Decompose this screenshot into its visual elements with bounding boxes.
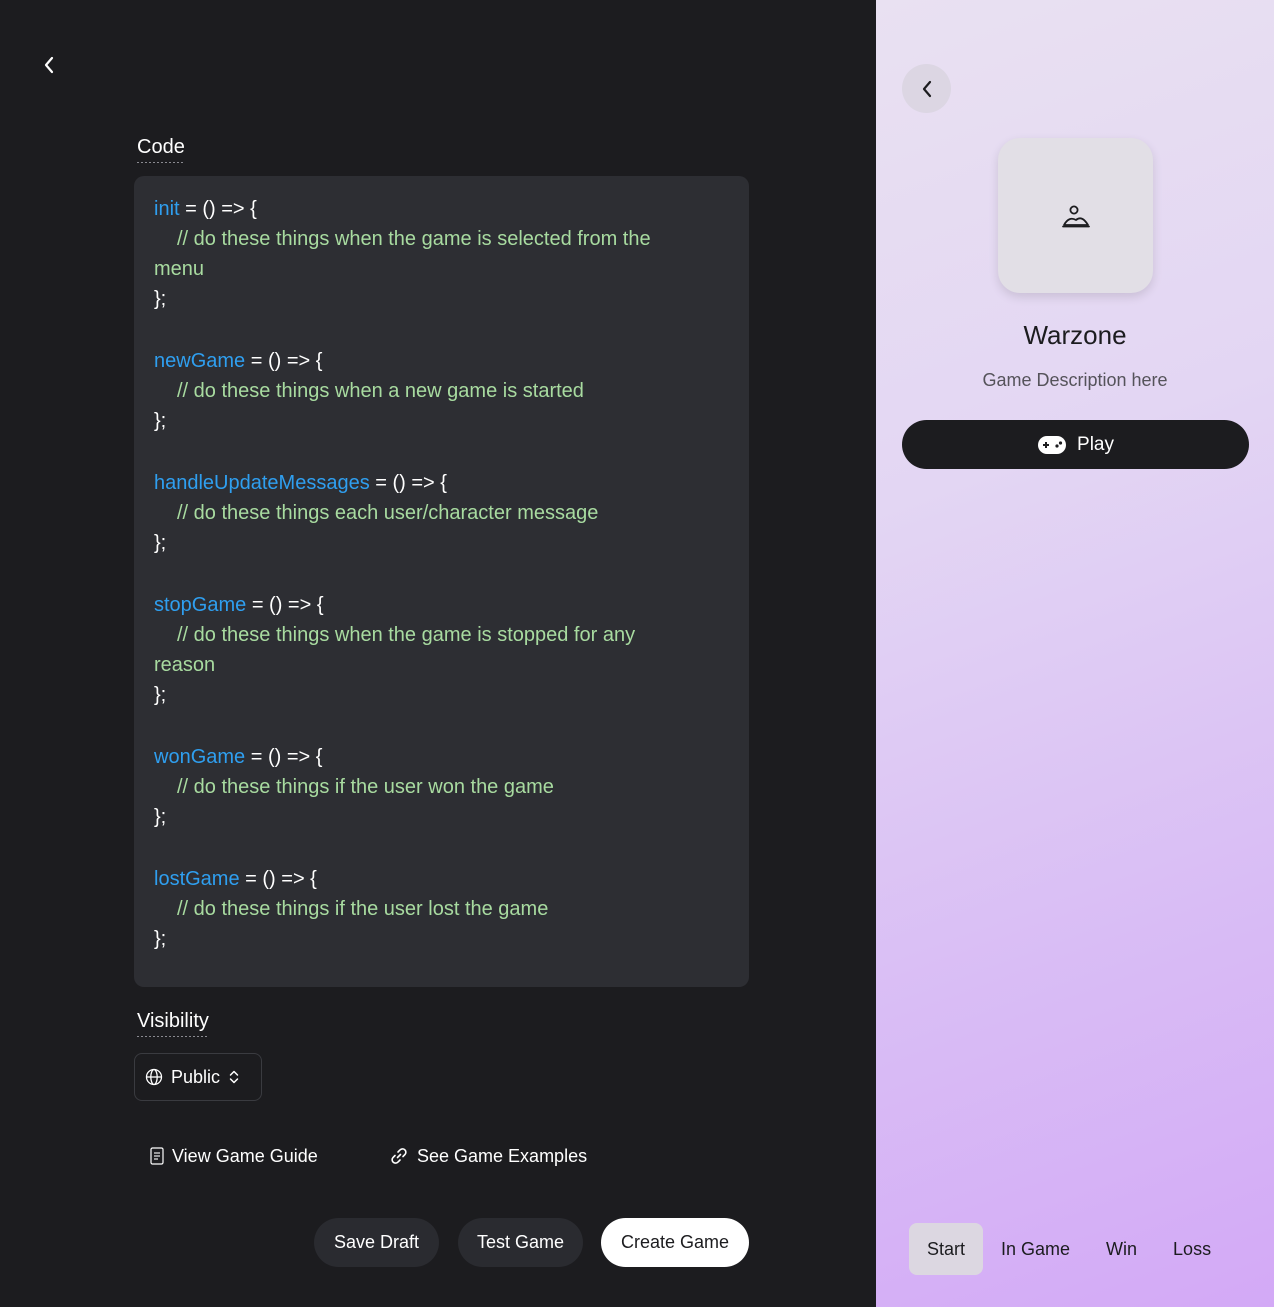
comment-text: // do these things if the user lost the … xyxy=(177,898,549,920)
code-block-stopgame: stopGame = () => { // do these things wh… xyxy=(154,590,709,710)
code-comment: // do these things if the user lost the … xyxy=(154,894,709,924)
code-signature: init = () => { xyxy=(154,194,709,224)
editor-panel: Code init = () => { // do these things w… xyxy=(0,0,876,1307)
function-signature: = () => { xyxy=(245,746,323,768)
code-signature: handleUpdateMessages = () => { xyxy=(154,468,709,498)
chevron-left-icon xyxy=(922,80,931,97)
preview-tabs: Start In Game Win Loss xyxy=(909,1223,1229,1275)
code-block-init: init = () => { // do these things when t… xyxy=(154,194,709,314)
function-signature: = () => { xyxy=(179,198,257,220)
code-label: Code xyxy=(137,136,185,163)
game-description: Game Description here xyxy=(982,370,1168,390)
function-name: handleUpdateMessages xyxy=(154,472,370,494)
chevron-left-icon xyxy=(44,56,54,74)
code-signature: wonGame = () => { xyxy=(154,742,709,772)
code-comment: // do these things when the game is sele… xyxy=(154,224,709,254)
view-game-guide-button[interactable]: View Game Guide xyxy=(150,1140,318,1172)
document-icon xyxy=(150,1147,164,1165)
code-comment-wrap: reason xyxy=(154,654,216,676)
create-game-button[interactable]: Create Game xyxy=(601,1218,749,1267)
comment-text: // do these things when the game is stop… xyxy=(177,624,636,646)
visibility-label: Visibility xyxy=(137,1010,209,1037)
code-signature: lostGame = () => { xyxy=(154,864,709,894)
function-signature: = () => { xyxy=(239,868,317,890)
see-game-examples-button[interactable]: See Game Examples xyxy=(389,1140,587,1172)
code-block-wongame: wonGame = () => { // do these things if … xyxy=(154,742,709,832)
function-signature: = () => { xyxy=(369,472,447,494)
code-comment-wrap: menu xyxy=(154,258,205,280)
gamepad-icon xyxy=(1038,435,1067,454)
code-editor[interactable]: init = () => { // do these things when t… xyxy=(134,176,749,987)
globe-icon xyxy=(145,1068,163,1086)
code-close: }; xyxy=(154,288,167,310)
tab-loss[interactable]: Loss xyxy=(1155,1223,1229,1275)
tab-start[interactable]: Start xyxy=(909,1223,984,1275)
view-game-guide-label: View Game Guide xyxy=(172,1145,318,1166)
game-thumbnail[interactable] xyxy=(998,138,1153,293)
code-comment: // do these things when a new game is st… xyxy=(154,376,709,406)
save-draft-button[interactable]: Save Draft xyxy=(314,1218,439,1267)
code-block-newgame: newGame = () => { // do these things whe… xyxy=(154,346,709,436)
comment-text: // do these things each user/character m… xyxy=(177,502,599,524)
visibility-value: Public xyxy=(171,1066,221,1087)
code-close: }; xyxy=(154,806,167,828)
code-close: }; xyxy=(154,410,167,432)
play-button[interactable]: Play xyxy=(902,420,1249,469)
code-comment: // do these things each user/character m… xyxy=(154,498,709,528)
play-label: Play xyxy=(1077,433,1114,455)
function-signature: = () => { xyxy=(246,594,324,616)
game-title: Warzone xyxy=(1023,320,1127,350)
code-comment: // do these things if the user won the g… xyxy=(154,772,709,802)
code-close: }; xyxy=(154,684,167,706)
function-name: wonGame xyxy=(154,746,246,768)
comment-text: // do these things when a new game is st… xyxy=(177,380,584,402)
comment-text: // do these things if the user won the g… xyxy=(177,776,554,798)
function-name: stopGame xyxy=(154,594,247,616)
code-signature: newGame = () => { xyxy=(154,346,709,376)
code-comment: // do these things when the game is stop… xyxy=(154,620,709,650)
code-block-lostgame: lostGame = () => { // do these things if… xyxy=(154,864,709,954)
code-signature: stopGame = () => { xyxy=(154,590,709,620)
comment-text: // do these things when the game is sele… xyxy=(177,228,651,250)
back-button[interactable] xyxy=(34,50,64,80)
function-name: init xyxy=(154,198,180,220)
test-game-button[interactable]: Test Game xyxy=(458,1218,583,1267)
preview-back-button[interactable] xyxy=(902,64,951,113)
function-name: newGame xyxy=(154,350,246,372)
tab-win[interactable]: Win xyxy=(1088,1223,1155,1275)
image-placeholder-icon xyxy=(1061,205,1090,227)
function-signature: = () => { xyxy=(245,350,323,372)
visibility-select[interactable]: Public xyxy=(134,1053,262,1101)
tab-in-game[interactable]: In Game xyxy=(983,1223,1088,1275)
code-close: }; xyxy=(154,532,167,554)
link-icon xyxy=(391,1148,407,1164)
function-name: lostGame xyxy=(154,868,240,890)
code-close: }; xyxy=(154,928,167,950)
code-block-handleupdatemessages: handleUpdateMessages = () => { // do the… xyxy=(154,468,709,558)
see-game-examples-label: See Game Examples xyxy=(417,1145,588,1166)
preview-panel: Warzone Game Description here Play Start… xyxy=(876,0,1274,1307)
chevron-updown-icon xyxy=(229,1070,239,1084)
